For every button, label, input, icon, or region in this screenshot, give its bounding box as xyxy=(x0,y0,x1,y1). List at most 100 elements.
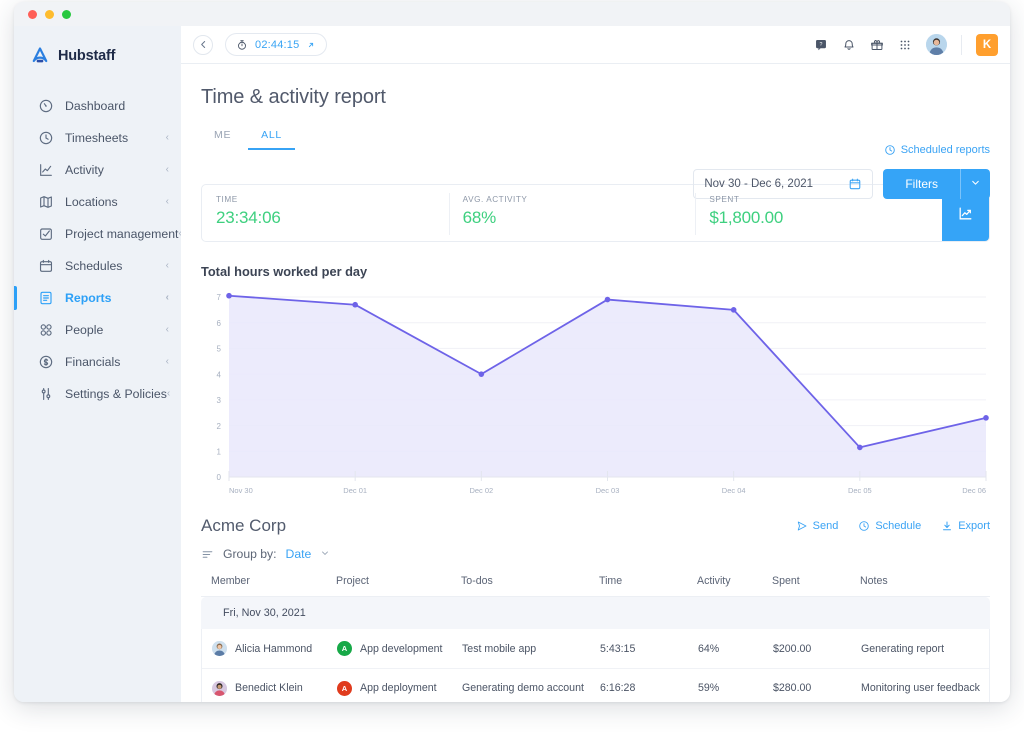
stat-avg-activity: AVG. ACTIVITY 68% xyxy=(449,185,696,241)
cell-spent: $200.00 xyxy=(773,643,861,655)
toolbar-divider xyxy=(961,35,962,55)
sidebar: Hubstaff Dashboard Timesheets ‹ Activity… xyxy=(14,26,181,702)
send-icon xyxy=(796,520,808,532)
window-close-button[interactable] xyxy=(28,10,37,19)
timer-value: 02:44:15 xyxy=(255,39,299,51)
sidebar-item-timesheets[interactable]: Timesheets ‹ xyxy=(14,122,181,154)
gift-icon[interactable] xyxy=(870,38,884,52)
cell-todos: Test mobile app xyxy=(462,643,600,655)
y-axis-tick-label: 4 xyxy=(217,370,222,379)
chevron-left-icon: ‹ xyxy=(166,293,169,303)
org-badge[interactable]: K xyxy=(976,34,998,56)
stat-label: SPENT xyxy=(709,195,942,204)
sidebar-nav: Dashboard Timesheets ‹ Activity ‹ Locati… xyxy=(14,90,181,410)
sidebar-item-people[interactable]: People ‹ xyxy=(14,314,181,346)
help-icon[interactable]: ? xyxy=(814,38,828,52)
project-name: App deployment xyxy=(360,682,437,694)
stat-value: 23:34:06 xyxy=(216,208,449,228)
column-header-todos: To-dos xyxy=(461,575,599,587)
sidebar-item-label: Settings & Policies xyxy=(65,387,167,401)
sidebar-item-label: Locations xyxy=(65,195,166,209)
timer-widget[interactable]: 02:44:15 xyxy=(225,33,327,56)
clock-icon xyxy=(858,520,870,532)
y-axis-tick-label: 1 xyxy=(217,447,222,456)
y-axis-tick-label: 3 xyxy=(217,396,222,405)
page-title: Time & activity report xyxy=(201,64,990,109)
y-axis-tick-label: 5 xyxy=(217,345,222,354)
cell-project: A App development xyxy=(337,641,462,656)
checkbox-icon xyxy=(38,226,54,242)
group-by-value[interactable]: Date xyxy=(286,547,312,561)
chevron-left-icon: ‹ xyxy=(166,261,169,271)
sidebar-item-schedules[interactable]: Schedules ‹ xyxy=(14,250,181,282)
chart-data-point xyxy=(605,297,611,303)
export-button[interactable]: Export xyxy=(941,520,990,532)
sidebar-item-settings-policies[interactable]: Settings & Policies ‹ xyxy=(14,378,181,410)
sidebar-item-project-management[interactable]: Project management ‹ xyxy=(14,218,181,250)
brand-logo-area[interactable]: Hubstaff xyxy=(14,26,181,70)
clock-icon xyxy=(38,130,54,146)
chevron-down-icon[interactable] xyxy=(961,177,990,191)
x-axis-tick-label: Dec 03 xyxy=(596,486,620,495)
summary-stats-card: TIME 23:34:06 AVG. ACTIVITY 68% SPENT $1… xyxy=(201,184,990,242)
table-group-header: Fri, Nov 30, 2021 xyxy=(201,597,990,629)
schedule-button[interactable]: Schedule xyxy=(858,520,921,532)
app-screenshot: Hubstaff Dashboard Timesheets ‹ Activity… xyxy=(0,0,1024,732)
stat-value: $1,800.00 xyxy=(709,208,942,228)
x-axis-tick-label: Dec 06 xyxy=(962,486,986,495)
scheduled-reports-label: Scheduled reports xyxy=(901,144,990,156)
group-by-label: Group by: xyxy=(223,547,277,561)
sidebar-item-activity[interactable]: Activity ‹ xyxy=(14,154,181,186)
cell-time: 5:43:15 xyxy=(600,643,698,655)
sidebar-item-label: Timesheets xyxy=(65,131,166,145)
window-maximize-button[interactable] xyxy=(62,10,71,19)
chart-icon xyxy=(957,205,974,222)
sidebar-item-financials[interactable]: Financials ‹ xyxy=(14,346,181,378)
tab-underline xyxy=(201,149,990,150)
back-button[interactable] xyxy=(193,35,213,55)
table-row[interactable]: Benedict Klein A App deployment Generati… xyxy=(202,668,989,702)
scheduled-reports-link[interactable]: Scheduled reports xyxy=(884,144,990,156)
chart-data-point xyxy=(479,371,485,377)
main-area: 02:44:15 ? K Time & activity report xyxy=(181,26,1010,702)
schedule-label: Schedule xyxy=(875,520,921,532)
member-name: Benedict Klein xyxy=(235,682,303,694)
calendar-icon xyxy=(38,258,54,274)
report-icon xyxy=(38,290,54,306)
cell-notes: Monitoring user feedback xyxy=(861,682,989,694)
avatar[interactable] xyxy=(926,34,947,55)
export-label: Export xyxy=(958,520,990,532)
table-body: Alicia Hammond A App development Test mo… xyxy=(201,629,990,702)
cell-todos: Generating demo account xyxy=(462,682,600,694)
arrow-expand-icon xyxy=(306,40,316,50)
report-table: Member Project To-dos Time Activity Spen… xyxy=(201,575,990,702)
tab-me[interactable]: ME xyxy=(201,124,244,150)
column-header-time: Time xyxy=(599,575,697,587)
sidebar-item-dashboard[interactable]: Dashboard xyxy=(14,90,181,122)
chevron-left-icon: ‹ xyxy=(166,197,169,207)
browser-window: Hubstaff Dashboard Timesheets ‹ Activity… xyxy=(14,2,1010,702)
group-by-control[interactable]: Group by: Date xyxy=(201,547,990,561)
chart-data-point xyxy=(352,302,358,308)
sidebar-item-locations[interactable]: Locations ‹ xyxy=(14,186,181,218)
cell-member: Benedict Klein xyxy=(212,681,337,696)
cell-notes: Generating report xyxy=(861,643,989,655)
apps-grid-icon[interactable] xyxy=(898,38,912,52)
sidebar-item-reports[interactable]: Reports ‹ xyxy=(14,282,181,314)
y-axis-tick-label: 0 xyxy=(217,473,222,482)
table-row[interactable]: Alicia Hammond A App development Test mo… xyxy=(202,629,989,668)
list-icon xyxy=(201,548,214,561)
tab-all[interactable]: ALL xyxy=(248,124,295,150)
chevron-down-icon[interactable] xyxy=(320,548,330,560)
bell-icon[interactable] xyxy=(842,38,856,52)
send-button[interactable]: Send xyxy=(796,520,839,532)
chart-canvas: 01234567Nov 30Dec 01Dec 02Dec 03Dec 04De… xyxy=(201,289,990,501)
hours-chart: 01234567Nov 30Dec 01Dec 02Dec 03Dec 04De… xyxy=(201,289,990,504)
window-minimize-button[interactable] xyxy=(45,10,54,19)
cell-activity: 64% xyxy=(698,643,773,655)
stat-time: TIME 23:34:06 xyxy=(202,185,449,241)
x-axis-tick-label: Nov 30 xyxy=(229,486,253,495)
gauge-icon xyxy=(38,98,54,114)
stat-label: AVG. ACTIVITY xyxy=(463,195,696,204)
chart-data-point xyxy=(857,445,863,451)
